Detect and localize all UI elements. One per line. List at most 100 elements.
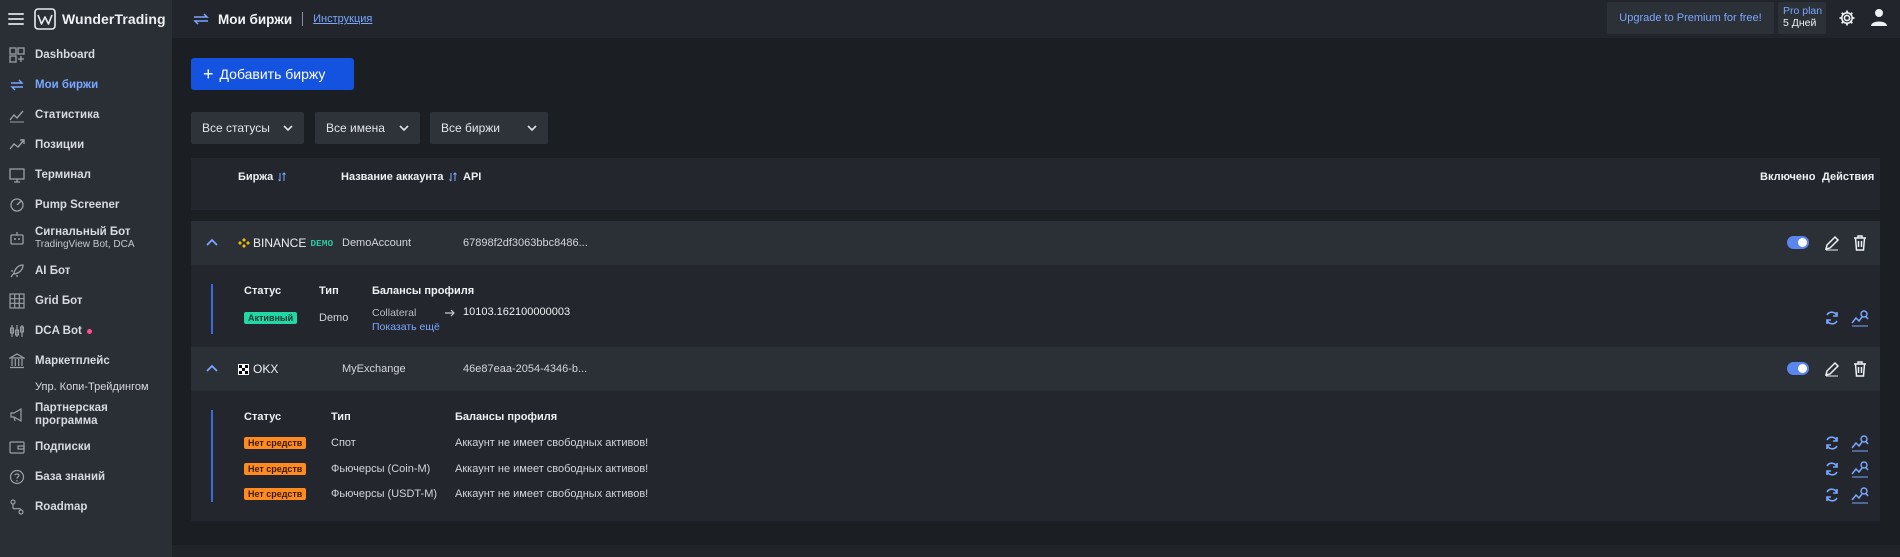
terminal-icon (8, 166, 26, 184)
chevron-down-icon (399, 125, 409, 132)
table-header: Биржа Название аккаунта API Включено Дей… (191, 158, 1880, 210)
sidebar-item-marketplace[interactable]: Маркетплейс (0, 346, 172, 376)
marketplace-icon (8, 352, 26, 370)
sub-header-status: Статус (244, 411, 282, 423)
sidebar-item-my-exchanges[interactable]: Мои биржи (0, 70, 172, 100)
sidebar-item-label: Сигнальный Бот (35, 226, 131, 238)
exchange-cell: BINANCE DEMO (238, 236, 333, 250)
chart-search-icon[interactable] (1851, 309, 1869, 327)
header-account[interactable]: Название аккаунта (341, 171, 457, 183)
arrow-right-icon (445, 309, 455, 317)
wallet-icon (8, 438, 26, 456)
positions-icon (8, 136, 26, 154)
filter-label: Все статусы (202, 121, 270, 135)
sidebar-item-dashboard[interactable]: Dashboard (0, 40, 172, 70)
refresh-icon[interactable] (1823, 486, 1841, 504)
account-type: Фьючерсы (Coin-M) (331, 463, 431, 475)
name-filter[interactable]: Все имена (315, 112, 420, 144)
sidebar-item-label: Статистика (35, 109, 100, 121)
sidebar-item-label: Dashboard (35, 49, 96, 61)
header-label: Действия (1822, 171, 1875, 183)
plan-badge[interactable]: Pro plan 5 Дней (1778, 2, 1826, 34)
sidebar: WunderTrading Dashboard Мои биржи Статис… (0, 0, 172, 557)
header-enabled: Включено (1760, 171, 1815, 183)
enabled-toggle[interactable] (1787, 362, 1809, 375)
sidebar-item-terminal[interactable]: Терминал (0, 160, 172, 190)
brand: WunderTrading (0, 0, 172, 38)
sidebar-item-label: Упр. Копи-Трейдингом (35, 381, 149, 393)
header-api: API (463, 171, 481, 183)
edit-icon[interactable] (1823, 360, 1841, 378)
table-row[interactable]: OKX MyExchange 46e87eaa-2054-4346-b... (191, 347, 1880, 391)
sub-header-balances: Балансы профиля (372, 285, 475, 297)
show-more-link[interactable]: Показать ещё (372, 321, 440, 333)
pump-screener-icon (8, 196, 26, 214)
demo-tag: DEMO (310, 237, 334, 249)
chart-search-icon[interactable] (1851, 460, 1869, 478)
chart-search-icon[interactable] (1851, 486, 1869, 504)
plus-icon: + (203, 64, 214, 84)
sidebar-item-label: Pump Screener (35, 199, 120, 211)
sidebar-item-ai-bot[interactable]: AI Бот (0, 256, 172, 286)
sidebar-item-roadmap[interactable]: Roadmap (0, 492, 172, 522)
sidebar-item-knowledge-base[interactable]: База знаний (0, 462, 172, 492)
bottom-scrollbar[interactable] (172, 545, 1900, 557)
refresh-icon[interactable] (1823, 309, 1841, 327)
sidebar-item-subscriptions[interactable]: Подписки (0, 432, 172, 462)
balance-text: Аккаунт не имеет свободных активов! (455, 488, 649, 500)
sidebar-item-statistics[interactable]: Статистика (0, 100, 172, 130)
okx-logo-icon (238, 363, 249, 375)
exchange-cell: OKX (238, 362, 278, 376)
user-avatar-icon[interactable] (1869, 7, 1889, 27)
rocket-icon (8, 262, 26, 280)
row-details: Статус Тип Балансы профиля Нет средств С… (191, 391, 1880, 521)
chevron-up-icon[interactable] (203, 360, 221, 378)
add-exchange-button[interactable]: + Добавить биржу (191, 58, 354, 90)
sidebar-item-copy-trading[interactable]: Упр. Копи-Трейдингом (0, 376, 172, 398)
refresh-icon[interactable] (1823, 434, 1841, 452)
header-exchange[interactable]: Биржа (238, 171, 287, 183)
asset-name: Collateral (372, 307, 417, 319)
exchange-arrows-icon (8, 76, 26, 94)
statistics-icon (8, 106, 26, 124)
chart-search-icon[interactable] (1851, 434, 1869, 452)
gear-icon[interactable] (1838, 9, 1856, 27)
trash-icon[interactable] (1851, 360, 1869, 378)
dashboard-icon (8, 46, 26, 64)
sidebar-item-label: Подписки (35, 441, 91, 453)
sidebar-item-pump-screener[interactable]: Pump Screener (0, 190, 172, 220)
sidebar-item-label: База знаний (35, 471, 106, 483)
edit-icon[interactable] (1823, 234, 1841, 252)
sidebar-item-dca-bot[interactable]: DCA Bot (0, 316, 172, 346)
enabled-toggle[interactable] (1787, 236, 1809, 249)
account-name: MyExchange (342, 363, 406, 375)
sub-header-status: Статус (244, 285, 282, 297)
sidebar-item-signal-bot[interactable]: Сигнальный Бот TradingView Bot, DCA (0, 220, 172, 256)
chevron-down-icon (283, 125, 293, 132)
sidebar-item-positions[interactable]: Позиции (0, 130, 172, 160)
exchange-name: BINANCE (253, 236, 307, 250)
binance-logo-icon (238, 238, 250, 248)
sidebar-item-partner-program[interactable]: Партнерская программа (0, 398, 172, 432)
brand-name[interactable]: WunderTrading (62, 11, 166, 27)
status-filter[interactable]: Все статусы (191, 112, 304, 144)
sidebar-item-text: Сигнальный Бот TradingView Bot, DCA (35, 226, 135, 250)
wundertrading-logo-icon[interactable] (34, 8, 56, 30)
chevron-up-icon[interactable] (203, 234, 221, 252)
menu-icon[interactable] (8, 13, 24, 25)
divider (302, 12, 304, 26)
sidebar-item-label: Мои биржи (35, 79, 99, 91)
exchange-filter[interactable]: Все биржи (430, 112, 548, 144)
trash-icon[interactable] (1851, 234, 1869, 252)
table-row[interactable]: BINANCE DEMO DemoAccount 67898f2df3063bb… (191, 221, 1880, 265)
account-type: Спот (331, 437, 356, 449)
refresh-icon[interactable] (1823, 460, 1841, 478)
header-label: Включено (1760, 171, 1816, 183)
status-badge: Нет средств (244, 463, 307, 475)
instruction-link[interactable]: Инструкция (313, 13, 372, 25)
sidebar-item-grid-bot[interactable]: Grid Бот (0, 286, 172, 316)
upgrade-premium-button[interactable]: Upgrade to Premium for free! (1607, 2, 1774, 34)
help-icon (8, 468, 26, 486)
tree-line (211, 410, 213, 502)
sidebar-item-sublabel: TradingView Bot, DCA (35, 239, 135, 250)
